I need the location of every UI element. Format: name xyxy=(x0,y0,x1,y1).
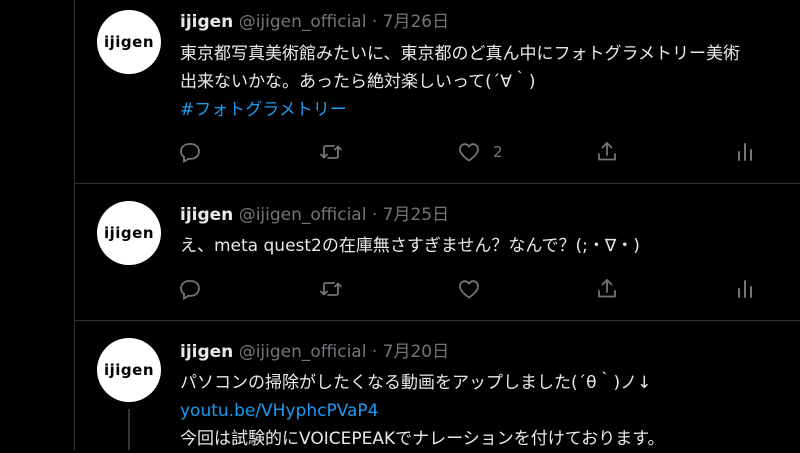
avatar[interactable]: ijigen xyxy=(97,338,161,402)
reply-icon xyxy=(180,143,200,164)
like-button[interactable]: 2 xyxy=(457,137,503,167)
tweet-text-line: 今回は試験的にVOICEPEAKでナレーションを付けております。 xyxy=(180,429,665,449)
author-handle[interactable]: @ijigen_official xyxy=(239,205,367,225)
tweet-date[interactable]: 7月25日 xyxy=(383,205,449,225)
retweet-icon xyxy=(320,145,342,159)
tweet[interactable]: ijigen ijigen @ijigen_official · 7月26日 東… xyxy=(75,0,800,183)
tweet-text-line: パソコンの掃除がしたくなる動画をアップしました(´θ｀)ノ↓ xyxy=(180,373,652,393)
separator-dot: · xyxy=(371,12,378,32)
tweet-text-line: 東京都写真美術館みたいに、東京都のど真ん中にフォトグラメトリー美術 xyxy=(180,44,740,64)
retweet-icon xyxy=(320,282,342,296)
tweet-text-line: 出来ないかな。あったら絶対楽しいって(´∀｀) xyxy=(180,72,536,92)
author-handle[interactable]: @ijigen_official xyxy=(239,12,367,32)
avatar-logo-text: ijigen xyxy=(103,361,154,379)
analytics-icon xyxy=(738,280,752,298)
tweet-text: 東京都写真美術館みたいに、東京都のど真ん中にフォトグラメトリー美術 出来ないかな… xyxy=(180,40,800,124)
retweet-button[interactable] xyxy=(319,274,343,304)
like-count: 2 xyxy=(493,143,503,161)
author-name[interactable]: ijigen xyxy=(180,12,233,32)
tweet-text-line: え、meta quest2の在庫無さすぎません？なんで？(;・∇・) xyxy=(180,236,640,256)
youtube-link[interactable]: youtu.be/VHyphcPVaP4 xyxy=(180,397,800,425)
tweet-date[interactable]: 7月20日 xyxy=(383,342,449,362)
avatar-logo-text: ijigen xyxy=(103,224,154,242)
avatar[interactable]: ijigen xyxy=(97,10,161,74)
author-name[interactable]: ijigen xyxy=(180,205,233,225)
reply-icon xyxy=(180,280,200,301)
author-name[interactable]: ijigen xyxy=(180,342,233,362)
separator-dot: · xyxy=(371,205,378,225)
timeline-feed: ijigen ijigen @ijigen_official · 7月26日 東… xyxy=(74,0,800,450)
like-button[interactable] xyxy=(457,274,481,304)
tweet-actions: 2 xyxy=(167,137,787,167)
tweet[interactable]: ijigen ijigen @ijigen_official · 7月20日 パ… xyxy=(75,321,800,450)
tweet-text: え、meta quest2の在庫無さすぎません？なんで？(;・∇・) xyxy=(180,232,800,260)
avatar-logo-text: ijigen xyxy=(103,33,154,51)
reply-button[interactable] xyxy=(179,137,203,167)
thread-connector-line xyxy=(128,409,130,450)
reply-button[interactable] xyxy=(179,274,203,304)
author-handle[interactable]: @ijigen_official xyxy=(239,342,367,362)
analytics-button[interactable] xyxy=(733,137,757,167)
share-icon xyxy=(598,142,616,161)
tweet-header: ijigen @ijigen_official · 7月25日 xyxy=(180,204,449,226)
share-icon xyxy=(598,279,616,298)
separator-dot: · xyxy=(371,342,378,362)
analytics-icon xyxy=(738,143,752,161)
like-icon xyxy=(459,280,479,299)
like-icon xyxy=(459,143,479,162)
share-button[interactable] xyxy=(595,137,619,167)
tweet-header: ijigen @ijigen_official · 7月20日 xyxy=(180,341,449,363)
tweet-date[interactable]: 7月26日 xyxy=(383,12,449,32)
share-button[interactable] xyxy=(595,274,619,304)
tweet[interactable]: ijigen ijigen @ijigen_official · 7月25日 え… xyxy=(75,184,800,319)
analytics-button[interactable] xyxy=(733,274,757,304)
tweet-actions xyxy=(167,274,787,304)
retweet-button[interactable] xyxy=(319,137,343,167)
tweet-header: ijigen @ijigen_official · 7月26日 xyxy=(180,11,449,33)
hashtag-link[interactable]: #フォトグラメトリー xyxy=(180,96,800,124)
avatar[interactable]: ijigen xyxy=(97,201,161,265)
tweet-text: パソコンの掃除がしたくなる動画をアップしました(´θ｀)ノ↓ youtu.be/… xyxy=(180,369,800,453)
